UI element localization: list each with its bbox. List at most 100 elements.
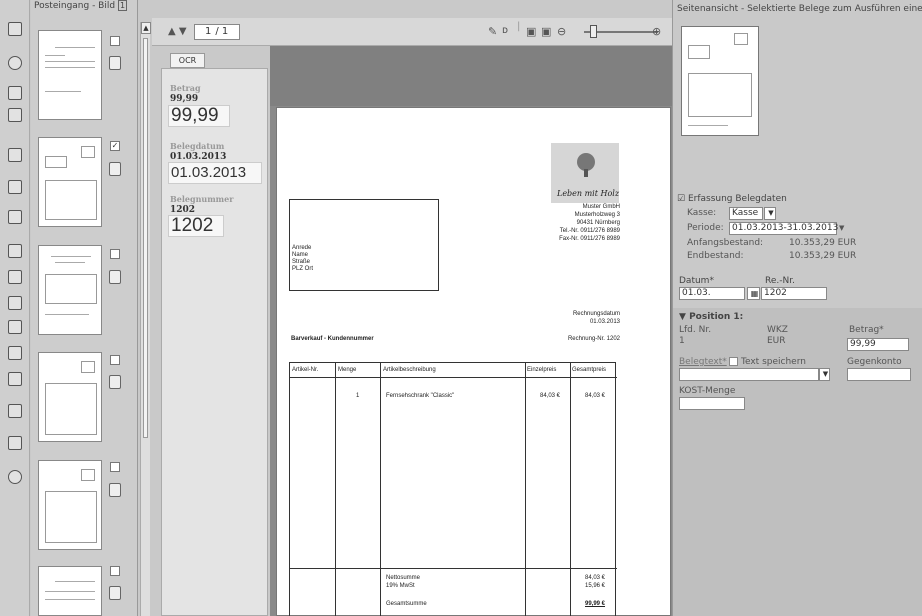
netto-value: 84,03 € xyxy=(585,575,606,581)
settings-icon[interactable] xyxy=(8,470,22,484)
kost-menge-field[interactable] xyxy=(679,397,745,410)
thumbnail-4-document-icon[interactable] xyxy=(109,375,121,389)
thumbnail-2-document-icon[interactable] xyxy=(109,162,121,176)
kasse-select[interactable]: Kasse xyxy=(729,207,763,220)
anfangsbestand-value: 10.353,29 EUR xyxy=(789,238,857,248)
fit-width-icon[interactable]: ▣ xyxy=(541,25,551,38)
document-icon[interactable] xyxy=(8,210,22,224)
chevron-down-icon[interactable]: ▼ xyxy=(764,207,776,220)
export-icon[interactable] xyxy=(8,320,22,334)
wkz-value: EUR xyxy=(767,336,786,346)
gegenkonto-field[interactable] xyxy=(847,368,911,381)
page-number-input[interactable]: 1/ 1 xyxy=(194,24,240,40)
lfd-label: Lfd. Nr. xyxy=(679,325,712,335)
thumbnail-5[interactable] xyxy=(38,460,102,550)
invoice-table: Artikel-Nr. Menge Artikelbeschreibung Ei… xyxy=(289,362,617,616)
gegenkonto-label: Gegenkonto xyxy=(847,357,902,367)
list-icon[interactable] xyxy=(8,372,22,386)
thumbnail-3-checkbox[interactable] xyxy=(110,249,120,259)
renr-field[interactable]: 1202 xyxy=(761,287,827,300)
info-icon[interactable] xyxy=(8,436,22,450)
table-icon[interactable] xyxy=(8,296,22,310)
thumbnail-3[interactable] xyxy=(38,245,102,335)
thumbnail-2[interactable] xyxy=(38,137,102,227)
company-logo: Leben mit Holz xyxy=(551,143,619,203)
row-gesamtpreis: 84,03 € xyxy=(585,393,606,399)
anfangsbestand-label: Anfangsbestand: xyxy=(687,238,764,248)
thumbnail-column: Posteingang - Bild 1 ✓ xyxy=(31,0,138,616)
ocr-betrag-field[interactable]: 99,99 xyxy=(168,105,230,127)
page-nav-arrows[interactable]: ▲ ▼ xyxy=(168,26,187,37)
address-box: Anrede Name Straße PLZ Ort xyxy=(289,199,439,291)
kasse-label: Kasse: xyxy=(687,208,717,218)
address-line: PLZ Ort xyxy=(292,266,314,272)
zoom-in-icon[interactable]: ⊕ xyxy=(652,25,661,38)
belegtext-field[interactable] xyxy=(679,368,819,381)
refresh-icon[interactable] xyxy=(8,56,22,70)
thumbnail-2-checkbox[interactable]: ✓ xyxy=(110,141,120,151)
scroll-up-icon[interactable]: ▲ xyxy=(141,22,151,34)
periode-select[interactable]: 01.03.2013-31.03.2013 xyxy=(729,222,838,235)
chevron-down-icon[interactable]: ▼ xyxy=(819,368,830,381)
upload-icon[interactable] xyxy=(8,86,22,100)
company-name: Muster GmbH xyxy=(582,204,620,210)
column-header: Artikelbeschreibung xyxy=(383,367,436,373)
left-icon-rail xyxy=(0,0,30,616)
thumbnail-4[interactable] xyxy=(38,352,102,442)
thumbnail-6[interactable] xyxy=(38,566,102,616)
tools-icon[interactable] xyxy=(8,404,22,418)
row-menge: 1 xyxy=(356,393,360,399)
datum-label: Datum* xyxy=(679,276,714,286)
ocr-belegdatum-field[interactable]: 01.03.2013 xyxy=(168,162,262,184)
grid-icon[interactable] xyxy=(8,270,22,284)
edit-icon[interactable] xyxy=(8,148,22,162)
thumbnail-6-document-icon[interactable] xyxy=(109,586,121,600)
thumbnail-6-checkbox[interactable] xyxy=(110,566,120,576)
zoom-slider-knob[interactable] xyxy=(590,25,597,38)
thumbnail-5-document-icon[interactable] xyxy=(109,483,121,497)
thumbnail-4-checkbox[interactable] xyxy=(110,355,120,365)
right-panel: Seitenansicht - Selektierte Belege zum A… xyxy=(672,0,922,616)
folder-icon[interactable] xyxy=(8,244,22,258)
betrag-field[interactable]: 99,99 xyxy=(847,338,909,351)
thumbnail-1-document-icon[interactable] xyxy=(109,56,121,70)
ocr-betrag-label: Betrag xyxy=(170,83,201,93)
tab-ocr[interactable]: OCR xyxy=(170,53,205,68)
belegtext-label[interactable]: Belegtext* xyxy=(679,357,727,367)
fit-page-icon[interactable]: ▣ xyxy=(526,25,536,38)
page-icon[interactable] xyxy=(8,346,22,360)
home-icon[interactable] xyxy=(8,22,22,36)
viewer-toolbar: ▲ ▼ 1/ 1 ✎ ᴅ | ▣ ▣ ⊖ ⊕ xyxy=(152,18,672,46)
text-speichern-label: Text speichern xyxy=(741,357,806,367)
kost-menge-label: KOST-Menge xyxy=(679,386,736,396)
text-tool-icon[interactable]: ᴅ xyxy=(502,25,508,36)
download-icon[interactable] xyxy=(8,108,22,122)
ocr-belegnummer-label: Belegnummer xyxy=(170,194,234,204)
page-preview-thumbnail[interactable] xyxy=(681,26,759,136)
page-number-value: 1 xyxy=(205,26,212,37)
zoom-out-icon[interactable]: ⊖ xyxy=(557,25,566,38)
calendar-icon[interactable]: ▦ xyxy=(747,287,760,300)
collapse-icon[interactable]: ▼ xyxy=(679,312,689,322)
thumbnail-1[interactable] xyxy=(38,30,102,120)
column-header: Einzelpreis xyxy=(527,367,557,373)
erfassung-title: ☑ Erfassung Belegdaten xyxy=(677,194,787,204)
thumbnail-3-document-icon[interactable] xyxy=(109,270,121,284)
thumbnail-5-checkbox[interactable] xyxy=(110,462,120,472)
stamp-icon[interactable] xyxy=(8,180,22,194)
renr-label: Re.-Nr. xyxy=(765,276,795,286)
betrag-label: Betrag* xyxy=(849,325,884,335)
address-line: Anrede xyxy=(292,245,312,251)
thumbnail-1-checkbox[interactable] xyxy=(110,36,120,46)
datum-field[interactable]: 01.03. xyxy=(679,287,745,300)
wkz-label: WKZ xyxy=(767,325,788,335)
chevron-down-icon[interactable]: ▼ xyxy=(839,224,844,232)
viewer-top-band xyxy=(270,46,672,106)
text-speichern-checkbox[interactable] xyxy=(729,357,738,366)
ocr-belegnummer-field[interactable]: 1202 xyxy=(168,215,224,237)
pen-tool-icon[interactable]: ✎ xyxy=(488,25,497,38)
scroll-thumb[interactable] xyxy=(143,38,148,438)
thumbnail-scrollbar[interactable]: ▲ xyxy=(140,22,151,616)
gesamt-value: 99,99 € xyxy=(585,601,606,607)
periode-label: Periode: xyxy=(687,223,724,233)
